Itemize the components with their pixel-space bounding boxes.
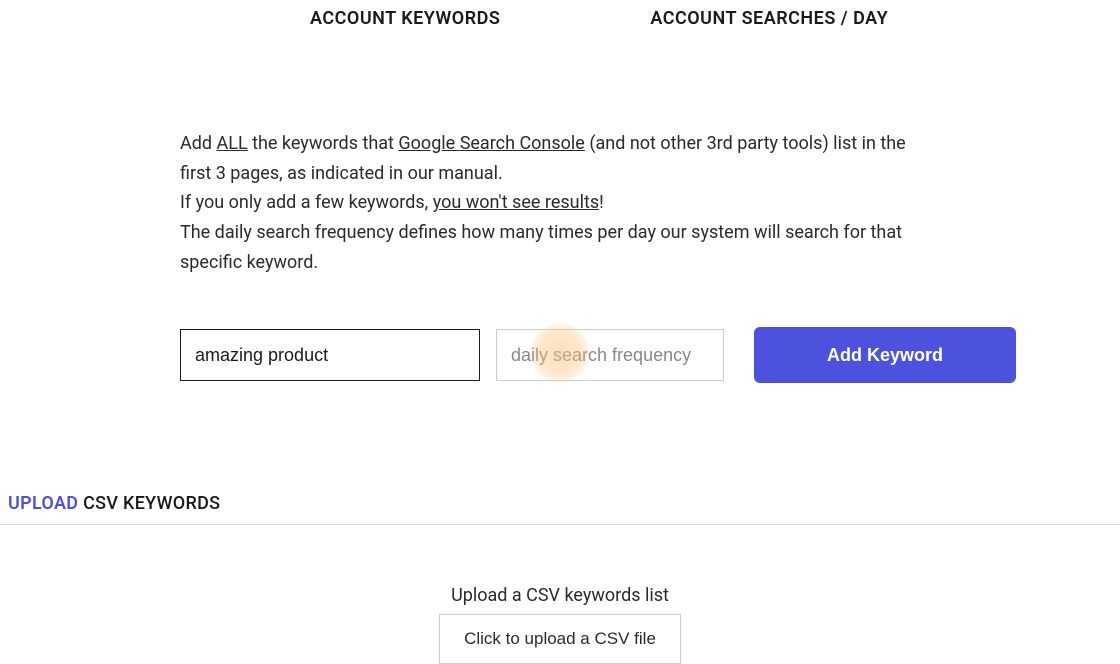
upload-section-header: UPLOAD CSV KEYWORDS xyxy=(0,493,1120,525)
instr-all: ALL xyxy=(217,133,248,154)
instr-part2: the keywords that xyxy=(248,133,399,154)
add-keyword-form: Add Keyword xyxy=(0,277,1120,383)
upload-area: Upload a CSV keywords list Click to uplo… xyxy=(0,585,1120,664)
instr-noresults: you won't see results xyxy=(433,192,599,213)
top-headers: ACCOUNT KEYWORDS ACCOUNT SEARCHES / DAY xyxy=(0,0,1120,29)
instr-part5: ! xyxy=(599,192,604,213)
account-searches-header: ACCOUNT SEARCHES / DAY xyxy=(650,8,888,29)
instructions-text: Add ALL the keywords that Google Search … xyxy=(0,29,1120,277)
upload-csv-button[interactable]: Click to upload a CSV file xyxy=(439,614,681,664)
upload-label: Upload a CSV keywords list xyxy=(0,585,1120,606)
account-keywords-header: ACCOUNT KEYWORDS xyxy=(310,8,500,29)
keyword-input[interactable] xyxy=(180,329,480,381)
upload-title-rest: CSV KEYWORDS xyxy=(78,493,220,514)
upload-title-blue: UPLOAD xyxy=(8,493,78,514)
instr-part1: Add xyxy=(180,133,217,154)
instr-part4: If you only add a few keywords, xyxy=(180,192,433,213)
instr-gsc: Google Search Console xyxy=(398,133,584,154)
instr-part6: The daily search frequency defines how m… xyxy=(180,222,902,273)
frequency-input[interactable] xyxy=(496,329,724,381)
add-keyword-button[interactable]: Add Keyword xyxy=(754,327,1016,383)
